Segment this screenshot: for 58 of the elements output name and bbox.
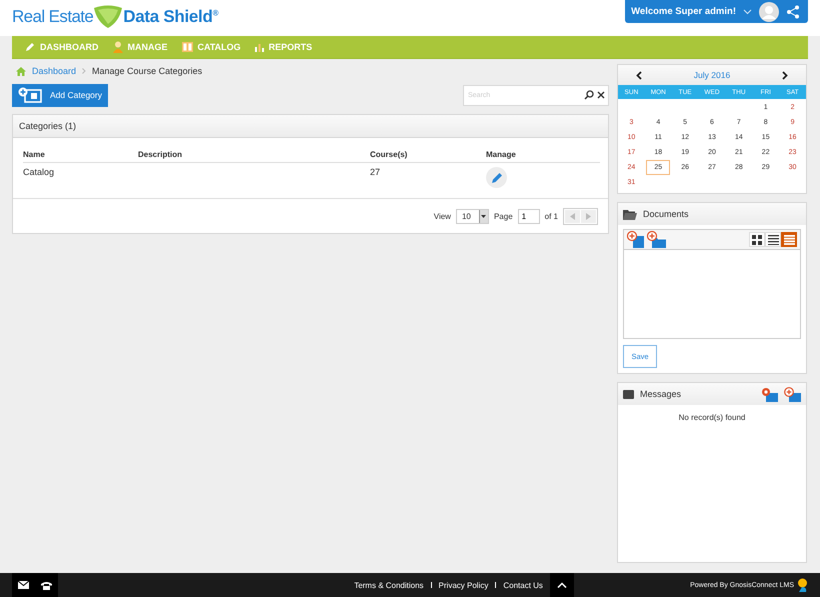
phone-icon[interactable] <box>41 580 52 590</box>
details-view-button[interactable] <box>781 232 797 247</box>
logo-text: Real Estate <box>12 7 94 27</box>
brand-logo-icon <box>797 578 808 592</box>
footer-link[interactable]: Contact Us <box>503 580 543 590</box>
column-header: Name <box>23 150 46 159</box>
add-file-icon[interactable] <box>627 231 645 248</box>
add-category-icon <box>18 87 42 103</box>
mail-icon[interactable] <box>18 581 29 589</box>
next-month-icon[interactable] <box>782 70 788 80</box>
table-cell-text: 27 <box>370 167 382 177</box>
triangle-right-icon <box>586 212 591 220</box>
calendar-month: July 2016 <box>694 70 730 80</box>
compose-message-icon[interactable] <box>784 386 801 402</box>
welcome-text: Welcome Super admin! <box>631 6 736 17</box>
close-icon[interactable] <box>597 90 605 98</box>
message-settings-icon[interactable] <box>761 386 778 402</box>
footer-link[interactable]: Privacy Policy <box>438 580 488 590</box>
triangle-left-icon <box>570 212 575 220</box>
table-cell-text: Catalog <box>23 167 56 177</box>
column-header: Manage <box>486 150 517 159</box>
page-size-dropdown[interactable]: 10 <box>456 208 489 224</box>
page-input[interactable]: 1 <box>518 208 540 224</box>
page-label: Page <box>494 212 513 220</box>
scroll-to-top-button[interactable] <box>550 573 574 597</box>
edit-button[interactable] <box>486 167 507 188</box>
chevron-up-icon <box>556 582 567 588</box>
message-icon <box>623 390 634 398</box>
previous-month-icon[interactable] <box>636 70 642 80</box>
folder-icon <box>623 208 637 220</box>
book-icon <box>182 42 192 52</box>
search-icon[interactable] <box>584 90 594 100</box>
share-icon[interactable] <box>786 4 800 18</box>
user-menu[interactable]: Welcome Super admin! <box>625 0 808 23</box>
chevron-right-icon <box>82 68 86 74</box>
page-count: of 1 <box>544 212 558 220</box>
panel-title: Messages <box>640 389 682 399</box>
chevron-down-icon <box>743 8 752 14</box>
logo-text: Data Shield$^{®}$ <box>123 7 218 27</box>
empty-message: No record(s) found <box>678 412 746 422</box>
panel-title: Categories (1) <box>19 121 76 131</box>
caret-down-icon <box>481 214 486 218</box>
person-icon <box>112 41 122 53</box>
view-label: View <box>434 212 451 220</box>
column-header: Description <box>138 150 184 159</box>
pencil-icon <box>25 42 35 52</box>
list-view-button[interactable] <box>765 232 781 247</box>
breadcrumb-current: Manage Course Categories <box>92 66 202 76</box>
grid-view-button[interactable] <box>749 232 765 247</box>
panel-title: Documents <box>643 209 689 219</box>
column-header: Course(s) <box>370 150 408 159</box>
shield-logo-icon <box>93 5 124 29</box>
add-folder-icon[interactable] <box>647 231 667 248</box>
bar-chart-icon <box>254 42 264 52</box>
home-icon <box>16 66 26 76</box>
add-category-button[interactable]: Add Category <box>12 84 108 106</box>
pencil-icon <box>490 172 502 184</box>
footer-link[interactable]: Terms & Conditions <box>354 580 424 590</box>
